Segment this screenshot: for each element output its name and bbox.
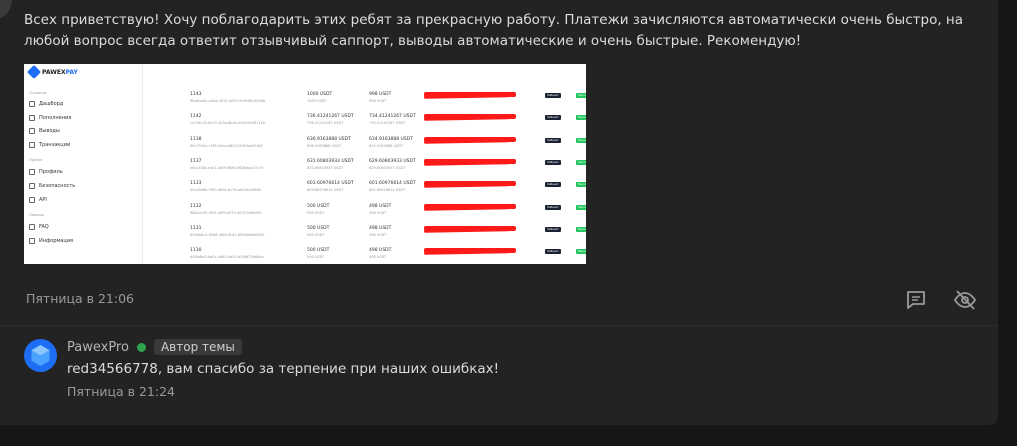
sidebar-item-security: Безопасность — [29, 183, 75, 189]
row-amount-cell: 500 USDT 500 USDT — [307, 225, 330, 237]
redaction-mark — [423, 228, 511, 233]
status-badge: Выполнено — [576, 115, 586, 121]
profile-icon — [29, 169, 35, 175]
row-id-cell: 1131 659ebbc4-63a6-46f6-9cd2-605b8ed6d542 — [190, 225, 265, 237]
attachment-sidebar: PAWEXPAY Основное Дашборд Пополнения Выв… — [24, 64, 143, 264]
deposit-icon — [29, 115, 35, 121]
sidebar-section-main: Основное — [29, 91, 47, 95]
reply-timestamp[interactable]: Пятница в 21:24 — [67, 384, 175, 399]
topic-author-badge: Автор темы — [153, 339, 242, 355]
row-amount-cell: 736.41241267 USDT 736.41241267 USDT — [307, 114, 354, 126]
cabinet-button: Кабинет — [545, 182, 561, 188]
row-id-cell: 1142 cc316c33-8c53-403a-8b0e-b4920e081118 — [190, 114, 265, 126]
status-badge: Выполнено — [576, 93, 586, 98]
row-net-cell: 629.60803933 USDT 629.60803933 USDT — [369, 158, 416, 170]
comment-icon[interactable] — [904, 288, 928, 312]
row-net-cell: 634.9163888 USDT 634.9163888 USDT — [369, 136, 413, 148]
status-badge: Выполнено — [576, 204, 586, 210]
logo-text-a: PAWEX — [42, 68, 66, 76]
reply-author-line: PawexPro Автор темы — [67, 339, 242, 355]
cabinet-button: Кабинет — [545, 159, 561, 165]
post-timestamp[interactable]: Пятница в 21:06 — [26, 291, 134, 306]
row-net-cell: 498 USDT 498 USDT — [369, 203, 392, 215]
cabinet-button: Кабинет — [545, 115, 561, 121]
cabinet-button: Кабинет — [545, 226, 561, 232]
sidebar-item-api: API — [29, 197, 47, 203]
attachment-image[interactable]: PAWEXPAY Основное Дашборд Пополнения Выв… — [24, 64, 586, 264]
sidebar-section-other: Прочее — [29, 158, 43, 162]
thread-panel: Всех приветствую! Хочу поблагодарить эти… — [0, 0, 998, 425]
reply-text: , вам спасибо за терпение при наших ошиб… — [157, 361, 500, 377]
row-amount-cell: 636.9163888 USDT 636.9163888 USDT — [307, 136, 351, 148]
logo-text-b: PAY — [65, 68, 78, 76]
table-row: 1137 56cc348c-e4c1-4e0f-9680-960bda4c3c74… — [142, 155, 586, 177]
sidebar-item-profile: Профиль — [29, 169, 63, 175]
avatar[interactable] — [24, 339, 57, 372]
row-amount-cell: 500 USDT 500 USDT — [307, 248, 330, 260]
row-id-cell: 1138 99c7534e-1f36-44ea-b802-f33e5de6190f — [190, 136, 263, 148]
table-row: 1130 d4f0a8d0-8a0c-4b63-9a03-b3f6d75b6dba… — [142, 244, 586, 264]
redaction-mark — [423, 116, 511, 122]
status-badge: Выполнено — [576, 137, 586, 143]
user-mention[interactable]: red34566778 — [67, 361, 158, 377]
online-status-dot — [136, 342, 146, 352]
transactions-icon — [29, 142, 35, 148]
row-amount-cell: 1000 USDT 1000 USDT — [307, 92, 333, 103]
cabinet-button: Кабинет — [545, 249, 561, 255]
cabinet-button: Кабинет — [545, 204, 561, 210]
shield-icon — [29, 183, 35, 189]
row-id-cell: 1133 04cd0e8b-59f0-4694-bc7b-a6d3ecf2860 — [190, 181, 261, 193]
row-id-cell: 1130 d4f0a8d0-8a0c-4b63-9a03-b3f6d75b6dba — [190, 248, 264, 260]
row-amount-cell: 631.60803933 USDT 631.60803933 USDT — [307, 158, 354, 170]
row-net-cell: 498 USDT 498 USDT — [369, 248, 392, 260]
row-net-cell: 998 USDT 998 USDT — [369, 92, 392, 103]
eye-off-icon[interactable] — [953, 288, 977, 312]
table-row: 1131 659ebbc4-63a6-46f6-9cd2-605b8ed6d542… — [142, 222, 586, 244]
table-row: 1143 9ba61a6c-a0da-4515-a029-9c99881485db… — [142, 88, 586, 110]
logo-mark-icon — [26, 64, 42, 80]
row-amount-cell: 603.60976614 USDT 603.60976614 USDT — [307, 181, 354, 193]
redaction-mark — [423, 138, 511, 144]
row-amount-cell: 500 USDT 500 USDT — [307, 203, 330, 215]
dashboard-icon — [29, 101, 35, 107]
reply-body: red34566778, вам спасибо за терпение при… — [67, 361, 499, 377]
status-badge: Выполнено — [576, 159, 586, 165]
row-net-cell: 498 USDT 498 USDT — [369, 225, 392, 237]
pawexpay-logo: PAWEXPAY — [26, 64, 78, 80]
info-icon — [29, 238, 35, 244]
status-badge: Выполнено — [576, 226, 586, 232]
redaction-mark — [423, 161, 511, 166]
previous-avatar[interactable] — [0, 0, 12, 20]
cabinet-button: Кабинет — [545, 137, 561, 143]
redaction-mark — [423, 250, 511, 255]
table-row: 1142 cc316c33-8c53-403a-8b0e-b4920e081118… — [142, 110, 586, 132]
code-icon — [29, 197, 35, 203]
row-id-cell: 1132 98b1ec05-5f92-489f-a575-d0323e8fe5f5 — [190, 203, 262, 215]
row-id-cell: 1137 56cc348c-e4c1-4e0f-9680-960bda4c3c74 — [190, 158, 264, 170]
row-id-cell: 1143 9ba61a6c-a0da-4515-a029-9c99881485db — [190, 92, 266, 103]
author-name[interactable]: PawexPro — [67, 340, 129, 355]
sidebar-section-help: Помощь — [29, 213, 44, 217]
withdraw-icon — [29, 128, 35, 134]
post-body: Всех приветствую! Хочу поблагодарить эти… — [24, 12, 964, 49]
table-row: 1133 04cd0e8b-59f0-4694-bc7b-a6d3ecf2860 6… — [142, 177, 586, 199]
table-row: 1138 99c7534e-1f36-44ea-b802-f33e5de6190f… — [142, 133, 586, 155]
divider — [0, 325, 998, 326]
row-net-cell: 734.41241267 USDT 734.41241267 USDT — [369, 114, 416, 126]
row-net-cell: 601.60976614 USDT 601.60976614 USDT — [369, 181, 416, 193]
sidebar-item-deposits: Пополнения — [29, 115, 71, 121]
status-badge: Выполнено — [576, 249, 586, 255]
question-icon — [29, 224, 35, 230]
sidebar-item-withdrawals: Выводы — [29, 128, 60, 134]
sidebar-item-info: Информация — [29, 238, 73, 244]
status-badge: Выполнено — [576, 182, 586, 188]
redaction-mark — [423, 94, 511, 99]
sidebar-item-dashboard: Дашборд — [29, 101, 63, 107]
sidebar-item-transactions: Транзакции — [29, 142, 70, 148]
cabinet-button: Кабинет — [545, 93, 561, 98]
table-row: 1132 98b1ec05-5f92-489f-a575-d0323e8fe5f5… — [142, 200, 586, 222]
sidebar-item-faq: FAQ — [29, 224, 49, 230]
redaction-mark — [423, 183, 511, 188]
